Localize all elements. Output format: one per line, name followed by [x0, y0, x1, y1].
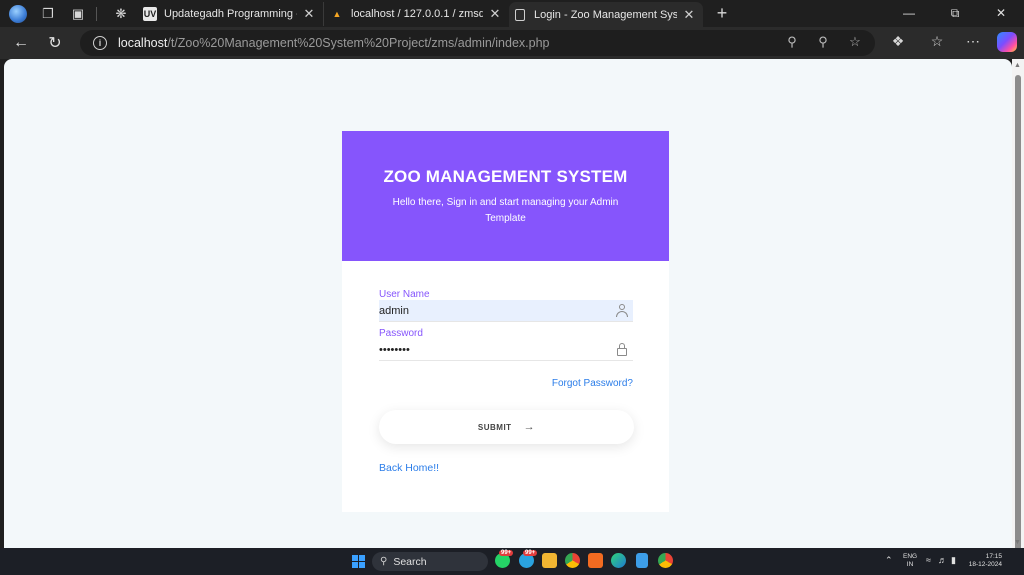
more-options-icon[interactable]: ⋯	[963, 33, 983, 50]
user-icon	[616, 304, 628, 317]
close-icon[interactable]: ✕	[301, 6, 317, 22]
page-icon	[515, 8, 525, 21]
username-field: User Name	[379, 289, 633, 322]
xampp-icon[interactable]	[588, 553, 603, 568]
profile-button[interactable]	[6, 2, 30, 26]
forgot-password-link[interactable]: Forgot Password?	[552, 378, 633, 389]
address-bar[interactable]: i localhost/t/Zoo%20Management%20System%…	[80, 30, 875, 56]
copilot-icon[interactable]	[997, 32, 1017, 52]
close-icon[interactable]: ✕	[681, 7, 697, 23]
tab-login-active[interactable]: Login - Zoo Management System ✕	[509, 2, 703, 27]
chrome-icon[interactable]	[565, 553, 580, 568]
file-explorer-icon[interactable]	[542, 553, 557, 568]
restore-icon[interactable]: ⧉	[932, 0, 978, 26]
windows-taskbar: ⚲ Search 99+ 99+ ⌃ ENG IN ≈ ♬ ▮ 17:15 18…	[0, 548, 1024, 575]
telegram-icon[interactable]: 99+	[519, 550, 538, 568]
notification-badge: 99+	[499, 550, 514, 556]
login-card: ZOO MANAGEMENT SYSTEM Hello there, Sign …	[342, 131, 669, 512]
notification-badge: 99+	[523, 550, 538, 556]
zoom-icon[interactable]: ⚲	[814, 34, 832, 50]
site-info-icon[interactable]: i	[93, 36, 107, 50]
chatgpt-tab-icon[interactable]: ❋	[109, 2, 133, 26]
refresh-icon[interactable]: ↻	[40, 29, 70, 57]
key-icon[interactable]: ⚲	[783, 34, 801, 50]
battery-icon[interactable]: ▮	[951, 555, 956, 566]
browser-toolbar: ← ↻ i localhost/t/Zoo%20Management%20Sys…	[0, 27, 1024, 59]
workspaces-icon[interactable]: ❐	[36, 2, 60, 26]
tab-title: Login - Zoo Management System	[534, 8, 677, 21]
close-icon[interactable]: ✕	[487, 6, 503, 22]
password-label: Password	[379, 328, 423, 339]
close-window-icon[interactable]: ✕	[978, 0, 1024, 26]
notepad-icon[interactable]	[636, 553, 648, 568]
phpmyadmin-icon: ▲	[332, 8, 342, 19]
tray-overflow-icon[interactable]: ⌃	[885, 555, 893, 566]
whatsapp-icon[interactable]: 99+	[495, 550, 514, 568]
scroll-up-icon[interactable]: ▲	[1014, 62, 1021, 69]
search-label: Search	[393, 555, 427, 568]
arrow-right-icon: →	[523, 421, 536, 433]
submit-button[interactable]: SUBMIT →	[379, 410, 634, 444]
windows-start-icon[interactable]	[352, 555, 365, 568]
submit-label: SUBMIT	[477, 422, 512, 432]
chrome-profile-icon[interactable]	[658, 553, 673, 568]
volume-icon[interactable]: ♬	[938, 555, 947, 565]
search-icon: ⚲	[380, 556, 388, 567]
wifi-icon[interactable]: ≈	[926, 555, 931, 565]
tab-title: localhost / 127.0.0.1 / zmsdb | php	[351, 7, 483, 20]
edge-icon[interactable]	[611, 553, 626, 568]
username-label: User Name	[379, 289, 430, 300]
new-tab-button[interactable]: +	[709, 3, 735, 24]
vertical-tabs-icon[interactable]: ▣	[66, 2, 90, 26]
page-viewport: ZOO MANAGEMENT SYSTEM Hello there, Sign …	[4, 59, 1012, 548]
page-title: ZOO MANAGEMENT SYSTEM	[383, 167, 628, 186]
language-indicator[interactable]: ENG IN	[903, 553, 917, 569]
favorite-star-icon[interactable]: ☆	[846, 34, 864, 50]
favorites-icon[interactable]: ☆	[927, 33, 947, 50]
tab-separator	[96, 6, 97, 21]
password-field: Password	[379, 328, 633, 361]
page-subtitle: Hello there, Sign in and start managing …	[392, 197, 619, 224]
page-scrollbar[interactable]: ▲ ▼	[1012, 59, 1024, 555]
url-text: localhost/t/Zoo%20Management%20System%20…	[118, 36, 550, 50]
back-home-link[interactable]: Back Home!!	[379, 462, 439, 474]
scrollbar-thumb[interactable]	[1015, 75, 1021, 555]
uv-logo-icon: UV	[143, 6, 157, 21]
lock-icon	[617, 343, 627, 356]
tab-title: Updategadh Programming - Upd	[164, 7, 297, 20]
extensions-icon[interactable]: ❖	[888, 33, 908, 50]
tab-updategadh[interactable]: UV Updategadh Programming - Upd ✕	[137, 2, 323, 26]
tab-phpmyadmin[interactable]: ▲ localhost / 127.0.0.1 / zmsdb | php ✕	[323, 1, 509, 26]
minimize-icon[interactable]: —	[886, 0, 932, 26]
scroll-down-icon[interactable]: ▼	[1014, 539, 1021, 546]
username-input[interactable]	[379, 300, 633, 322]
login-header: ZOO MANAGEMENT SYSTEM Hello there, Sign …	[342, 131, 669, 261]
password-input[interactable]	[379, 339, 633, 361]
clock[interactable]: 17:15 18-12-2024	[966, 553, 1002, 569]
back-arrow-icon[interactable]: ←	[6, 29, 36, 57]
taskbar-search[interactable]: ⚲ Search	[372, 552, 488, 571]
profile-avatar-icon	[9, 4, 27, 23]
window-controls: — ⧉ ✕	[886, 0, 1024, 26]
browser-tab-strip: ❐ ▣ ❋ UV Updategadh Programming - Upd ✕ …	[0, 0, 1024, 27]
